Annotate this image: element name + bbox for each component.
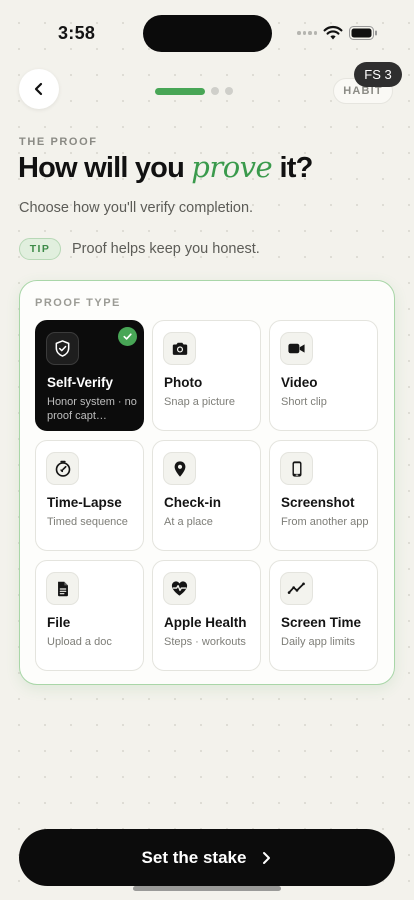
dynamic-island xyxy=(143,15,272,52)
proof-option-screenshot[interactable]: Screenshot From another app xyxy=(269,440,378,551)
trend-line-icon xyxy=(280,572,313,605)
proof-option-time-lapse[interactable]: Time-Lapse Timed sequence xyxy=(35,440,144,551)
option-title: Photo xyxy=(164,375,203,390)
home-indicator[interactable] xyxy=(133,886,281,891)
battery-icon xyxy=(349,26,377,40)
video-camera-icon xyxy=(280,332,313,365)
section-eyebrow: THE PROOF xyxy=(19,136,98,148)
option-title: Apple Health xyxy=(164,615,247,630)
progress-step-dot xyxy=(211,87,219,95)
proof-type-card: PROOF TYPE Self-Verify Honor system · no… xyxy=(19,280,395,685)
location-pin-icon xyxy=(163,452,196,485)
step-progress-indicator xyxy=(155,87,233,95)
chevron-right-icon xyxy=(263,851,271,864)
option-subtitle: Timed sequence xyxy=(47,516,128,528)
option-subtitle: Upload a doc xyxy=(47,636,112,648)
option-subtitle: From another app xyxy=(281,516,369,528)
option-title: Self-Verify xyxy=(47,375,114,390)
progress-step-dot xyxy=(225,87,233,95)
option-subtitle: Steps · workouts xyxy=(164,636,246,648)
option-title: Time-Lapse xyxy=(47,495,122,510)
proof-option-video[interactable]: Video Short clip xyxy=(269,320,378,431)
selected-check-icon xyxy=(118,327,137,346)
phone-icon xyxy=(280,452,313,485)
fs-badge: FS 3 xyxy=(354,62,402,87)
option-subtitle: Daily app limits xyxy=(281,636,355,648)
document-icon xyxy=(46,572,79,605)
cellular-signal-icon xyxy=(297,31,317,35)
shield-check-icon xyxy=(46,332,79,365)
option-title: Video xyxy=(281,375,318,390)
status-bar: 3:58 xyxy=(0,0,414,62)
proof-type-label: PROOF TYPE xyxy=(35,297,121,309)
proof-option-apple-health[interactable]: Apple Health Steps · workouts xyxy=(152,560,261,671)
set-the-stake-button[interactable]: Set the stake xyxy=(19,829,395,886)
proof-option-check-in[interactable]: Check-in At a place xyxy=(152,440,261,551)
option-title: Screenshot xyxy=(281,495,355,510)
option-title: Check-in xyxy=(164,495,222,510)
page-subtitle: Choose how you'll verify completion. xyxy=(19,200,254,216)
camera-icon xyxy=(163,332,196,365)
title-text-before: How will you xyxy=(18,152,192,184)
option-subtitle: At a place xyxy=(164,516,213,528)
tip-badge: TIP xyxy=(19,238,61,260)
proof-option-photo[interactable]: Photo Snap a picture xyxy=(152,320,261,431)
back-button[interactable] xyxy=(19,69,59,109)
timer-icon xyxy=(46,452,79,485)
status-time: 3:58 xyxy=(58,23,96,43)
progress-step-active xyxy=(155,87,205,95)
option-subtitle: Honor system · no proof capt… xyxy=(47,396,137,422)
proof-option-self-verify[interactable]: Self-Verify Honor system · no proof capt… xyxy=(35,320,144,431)
proof-option-file[interactable]: File Upload a doc xyxy=(35,560,144,671)
title-text-after: it? xyxy=(272,152,313,184)
option-subtitle: Short clip xyxy=(281,396,327,408)
title-accent-word: prove xyxy=(191,150,273,184)
option-title: Screen Time xyxy=(281,615,362,630)
option-subtitle: Snap a picture xyxy=(164,396,235,408)
option-title: File xyxy=(47,615,71,630)
chevron-left-icon xyxy=(34,82,43,96)
proof-option-screen-time[interactable]: Screen Time Daily app limits xyxy=(269,560,378,671)
cta-label: Set the stake xyxy=(141,847,247,867)
tip-row: TIP Proof helps keep you honest. xyxy=(19,238,260,260)
page-title: How will you prove it? xyxy=(18,150,313,185)
tip-text: Proof helps keep you honest. xyxy=(72,241,260,257)
heart-pulse-icon xyxy=(163,572,196,605)
wifi-icon xyxy=(323,25,343,40)
